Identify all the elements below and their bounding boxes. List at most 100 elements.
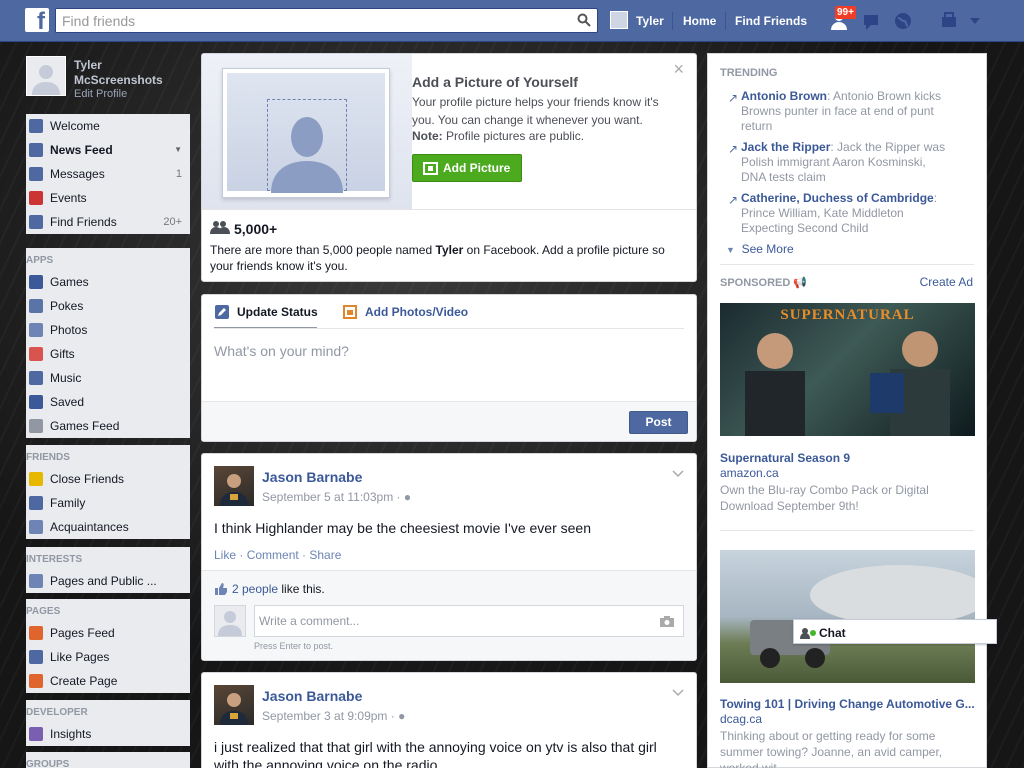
profile-picture[interactable] xyxy=(26,56,66,96)
sidebar-item-label: Messages xyxy=(50,167,105,181)
sidebar-item-label: Family xyxy=(50,496,86,510)
trending-item[interactable]: ↗ Jack the Ripper: Jack the Ripper was Po… xyxy=(728,140,951,185)
sidebar-item-family[interactable]: Family xyxy=(26,491,190,515)
close-icon[interactable]: × xyxy=(673,60,684,78)
messages-icon xyxy=(29,167,43,181)
post-timestamp[interactable]: September 3 at 9:09pm · ● xyxy=(262,709,405,723)
status-input[interactable]: What's on your mind? xyxy=(214,343,349,359)
avatar[interactable] xyxy=(214,466,254,506)
chevron-down-icon[interactable] xyxy=(672,689,684,697)
profile-block[interactable]: Tyler McScreenshots Edit Profile xyxy=(26,56,190,100)
avatar[interactable] xyxy=(610,11,628,29)
chevron-down-icon[interactable] xyxy=(672,470,684,478)
see-more-link[interactable]: ▼ See More xyxy=(726,242,794,256)
people-icon xyxy=(210,221,230,234)
pokes-icon xyxy=(29,299,43,313)
post-author[interactable]: Jason Barnabe xyxy=(262,469,362,485)
search-icon[interactable] xyxy=(577,13,591,27)
post-timestamp[interactable]: September 5 at 11:03pm · ● xyxy=(262,490,411,504)
news-feed-icon xyxy=(29,143,43,157)
friends-list: Close Friends Family Acquaintances xyxy=(26,467,190,539)
ad-image[interactable] xyxy=(720,550,975,683)
sidebar-item-news-feed[interactable]: News Feed ▼ xyxy=(26,138,190,162)
privacy-shortcuts-icon[interactable] xyxy=(938,10,960,32)
ad-photo-art xyxy=(745,331,950,436)
tab-add-photos-video[interactable]: Add Photos/Video xyxy=(365,305,468,319)
sidebar-item-welcome[interactable]: Welcome xyxy=(26,114,190,138)
trending-item[interactable]: ↗ Antonio Brown: Antonio Brown kicks Brow… xyxy=(728,89,951,134)
add-picture-button[interactable]: Add Picture xyxy=(412,154,522,182)
sidebar-item-like-pages[interactable]: Like Pages xyxy=(26,645,190,669)
account-menu-chevron-icon[interactable] xyxy=(964,10,986,32)
tab-update-status[interactable]: Update Status xyxy=(237,305,318,319)
sidebar-item-label: Create Page xyxy=(50,674,118,688)
sidebar-item-acquaintances[interactable]: Acquaintances xyxy=(26,515,190,539)
trending-arrow-icon: ↗ xyxy=(728,142,739,156)
sidebar-item-photos[interactable]: Photos xyxy=(26,318,190,342)
home-link[interactable]: Home xyxy=(683,14,716,28)
trending-item[interactable]: ↗ Catherine, Duchess of Cambridge: Prince… xyxy=(728,191,951,236)
sidebar-item-music[interactable]: Music xyxy=(26,366,190,390)
like-link[interactable]: Like xyxy=(214,548,236,562)
interests-list: Pages and Public ... xyxy=(26,569,190,593)
top-bar: f Tyler Home Find Friends 99+ xyxy=(0,0,1024,42)
trending-heading: TRENDING xyxy=(720,67,778,79)
profile-link[interactable]: Tyler xyxy=(636,14,664,28)
create-ad-link[interactable]: Create Ad xyxy=(920,275,973,289)
sidebar-item-close-friends[interactable]: Close Friends xyxy=(26,467,190,491)
pages-and-public-icon xyxy=(29,574,43,588)
status-composer: Update Status Add Photos/Video What's on… xyxy=(201,294,697,442)
default-avatar-icon xyxy=(32,65,60,95)
ad-image[interactable]: SUPERNATURAL xyxy=(720,303,975,436)
feed-story: Jason Barnabe September 5 at 11:03pm · ●… xyxy=(201,453,697,661)
name-count: 5,000+ xyxy=(234,221,278,237)
facebook-logo-icon[interactable]: f xyxy=(25,8,49,32)
sidebar-item-label: Pokes xyxy=(50,299,84,313)
post-text: i just realized that that girl with the … xyxy=(214,739,657,768)
interests-heading: INTERESTS xyxy=(26,547,190,569)
notifications-globe-icon[interactable] xyxy=(892,10,914,32)
ad-title[interactable]: Supernatural Season 9 xyxy=(720,451,850,465)
avatar[interactable] xyxy=(214,685,254,725)
count-badge: 1 xyxy=(175,168,182,180)
ad-domain[interactable]: amazon.ca xyxy=(720,466,779,480)
sidebar-item-games-feed[interactable]: Games Feed xyxy=(26,414,190,438)
sidebar-item-pages-feed[interactable]: Pages Feed xyxy=(26,621,190,645)
sidebar-item-insights[interactable]: Insights xyxy=(26,722,190,746)
sidebar-item-find-friends[interactable]: Find Friends 20+ xyxy=(26,210,190,234)
post-author[interactable]: Jason Barnabe xyxy=(262,688,362,704)
add-picture-body: Your profile picture helps your friends … xyxy=(412,95,659,127)
find-friends-link[interactable]: Find Friends xyxy=(735,14,807,28)
search-input[interactable] xyxy=(56,9,556,32)
ad-title[interactable]: Towing 101 | Driving Change Automotive G… xyxy=(720,697,975,711)
close-friends-icon xyxy=(29,472,43,486)
comment-input[interactable]: Write a comment... xyxy=(254,605,684,637)
search-box[interactable] xyxy=(55,8,598,33)
games-icon xyxy=(29,275,43,289)
left-sidebar: Tyler McScreenshots Edit Profile Welcome… xyxy=(26,42,190,768)
photos-icon xyxy=(29,323,43,337)
comment-link[interactable]: Comment xyxy=(247,548,299,562)
sidebar-item-saved[interactable]: Saved xyxy=(26,390,190,414)
sidebar-item-gifts[interactable]: Gifts xyxy=(26,342,190,366)
profile-name[interactable]: Tyler McScreenshots xyxy=(74,58,184,88)
sidebar-item-pages-and-public[interactable]: Pages and Public ... xyxy=(26,569,190,593)
sidebar-item-label: Pages and Public ... xyxy=(50,574,157,588)
sidebar-item-messages[interactable]: Messages 1 xyxy=(26,162,190,186)
ad-domain[interactable]: dcag.ca xyxy=(720,712,762,726)
chevron-down-icon[interactable]: ▼ xyxy=(174,138,182,162)
share-link[interactable]: Share xyxy=(309,548,341,562)
gifts-icon xyxy=(29,347,43,361)
camera-icon[interactable] xyxy=(659,615,675,628)
count-badge: 20+ xyxy=(163,216,182,228)
name-count-description: There are more than 5,000 people named T… xyxy=(210,243,665,273)
sidebar-item-create-page[interactable]: Create Page xyxy=(26,669,190,693)
messages-icon[interactable] xyxy=(860,10,882,32)
post-button[interactable]: Post xyxy=(629,411,688,434)
sidebar-item-pokes[interactable]: Pokes xyxy=(26,294,190,318)
edit-profile-link[interactable]: Edit Profile xyxy=(74,88,127,100)
chat-tab[interactable]: Chat xyxy=(793,619,997,644)
likers-link[interactable]: 2 people xyxy=(232,582,278,596)
sidebar-item-events[interactable]: Events xyxy=(26,186,190,210)
sidebar-item-games[interactable]: Games xyxy=(26,270,190,294)
